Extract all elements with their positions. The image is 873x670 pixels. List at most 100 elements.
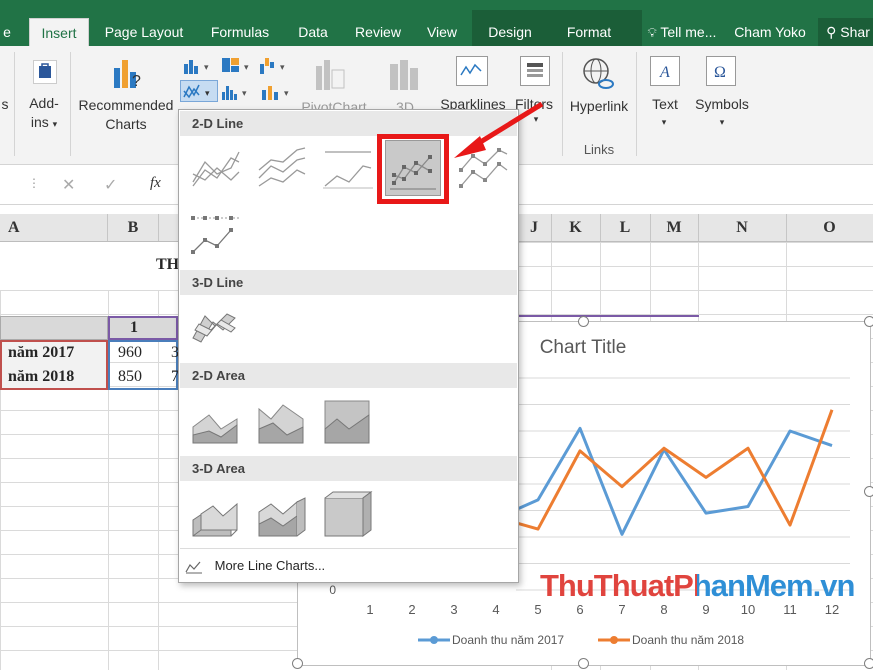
recommended-charts-button[interactable]: Recommended Charts xyxy=(76,96,176,134)
column-header-n[interactable]: N xyxy=(698,214,787,241)
x-axis-tick-label: 3 xyxy=(450,602,457,617)
tab-format[interactable]: Format xyxy=(556,18,622,46)
series-line-1 xyxy=(495,426,833,536)
svg-text:Ω: Ω xyxy=(714,64,726,81)
column-header-j[interactable]: J xyxy=(517,214,552,241)
column-header-a[interactable]: A xyxy=(0,214,108,241)
chart-resize-handle-top-right[interactable] xyxy=(864,316,873,327)
3d-map-icon[interactable] xyxy=(386,56,422,94)
addins-button[interactable]: Add- ins ▾ xyxy=(22,94,66,134)
section-3d-line: 3-D Line xyxy=(180,270,517,295)
area-tile[interactable] xyxy=(187,393,243,449)
row1-value-cell[interactable]: 960 xyxy=(118,344,142,362)
formula-enter-button[interactable]: ✓ xyxy=(104,175,117,195)
symbols-dropdown-arrow[interactable]: ▾ xyxy=(712,113,732,132)
more-line-charts-item[interactable]: More Line Charts... xyxy=(185,554,425,578)
legend-marker-1 xyxy=(430,636,438,644)
tab-design[interactable]: Design xyxy=(478,18,542,46)
row1-label-cell[interactable]: năm 2017 xyxy=(8,344,74,362)
hierarchy-chart-icon[interactable]: ▾ xyxy=(220,56,260,76)
arrow-shaft xyxy=(472,101,544,149)
x-axis-tick-label: 2 xyxy=(408,602,415,617)
column-header-k[interactable]: K xyxy=(551,214,601,241)
symbols-button[interactable]: Symbols xyxy=(692,95,752,114)
chart-resize-handle-bottom-left[interactable] xyxy=(292,658,303,669)
legend-label-1: Doanh thu năm 2017 xyxy=(452,633,564,647)
x-axis-tick-label: 11 xyxy=(783,602,797,617)
header-range-border xyxy=(517,315,699,317)
line-tile[interactable] xyxy=(187,140,243,196)
text-button[interactable]: Text xyxy=(646,95,684,114)
x-axis-tick-label: 6 xyxy=(576,602,583,617)
svg-text:▾: ▾ xyxy=(284,88,289,98)
ribbon-cut-label: s xyxy=(1,96,9,112)
formula-cancel-button[interactable]: ✕ xyxy=(62,175,75,195)
recommended-charts-icon[interactable]: ? xyxy=(110,56,146,92)
svg-text:▾: ▾ xyxy=(280,62,285,72)
svg-text:▾: ▾ xyxy=(204,62,209,72)
3d-stacked-area-tile[interactable] xyxy=(253,486,309,542)
small-line-chart-icon xyxy=(185,561,202,574)
addins-label-1: Add- xyxy=(29,95,59,111)
tab-view[interactable]: View xyxy=(420,18,464,46)
svg-text:A: A xyxy=(659,64,670,81)
column-header-b[interactable]: B xyxy=(108,214,159,241)
hyperlink-button[interactable]: Hyperlink xyxy=(564,97,634,116)
line-chart-icon[interactable]: ▾ xyxy=(180,80,218,102)
100-stacked-line-tile[interactable] xyxy=(319,140,375,196)
watermark: ThuThuatPhanMem.vn xyxy=(540,568,855,603)
tab-formulas[interactable]: Formulas xyxy=(202,18,278,46)
tab-view-prev[interactable]: e xyxy=(0,18,14,46)
globe-link-icon[interactable] xyxy=(580,56,616,92)
tab-data[interactable]: Data xyxy=(290,18,336,46)
column-header-o[interactable]: O xyxy=(786,214,873,241)
chart-resize-handle-bottom[interactable] xyxy=(578,658,589,669)
header-range-cell[interactable] xyxy=(108,316,178,340)
share-label: Shar xyxy=(840,24,870,40)
recommended-label-2: Charts xyxy=(105,116,147,132)
sheet-title-cell[interactable]: TH xyxy=(156,256,179,274)
arrow-head xyxy=(454,136,486,158)
insert-function-button[interactable]: fx xyxy=(150,175,161,192)
3d-line-tile[interactable] xyxy=(187,300,243,356)
chart-resize-handle-right[interactable] xyxy=(864,486,873,497)
omega-symbol-icon[interactable]: Ω xyxy=(706,56,736,86)
column-header-m[interactable]: M xyxy=(650,214,699,241)
tab-page-layout[interactable]: Page Layout xyxy=(96,18,192,46)
tab-insert[interactable]: Insert xyxy=(29,18,89,47)
chart-title: Chart Title xyxy=(540,337,627,358)
header-label-cell[interactable] xyxy=(0,316,108,340)
stacked-area-tile[interactable] xyxy=(253,393,309,449)
column-chart-icon[interactable]: ▾ xyxy=(182,56,222,76)
chart-resize-handle-bottom-right[interactable] xyxy=(864,658,873,669)
statistic-chart-icon[interactable]: ▾ xyxy=(220,82,260,102)
waterfall-chart-icon[interactable]: ▾ xyxy=(258,56,298,76)
chart-resize-handle-top[interactable] xyxy=(578,316,589,327)
share-button[interactable]: ⚲ Shar xyxy=(818,18,873,46)
pivotchart-icon[interactable] xyxy=(314,56,348,94)
sparkline-icon[interactable] xyxy=(456,56,488,86)
filter-icon[interactable] xyxy=(520,56,550,86)
store-icon[interactable] xyxy=(33,60,57,84)
row2-value-cell[interactable]: 850 xyxy=(118,368,142,386)
3d-area-tile[interactable] xyxy=(187,486,243,542)
stacked-line-tile[interactable] xyxy=(253,140,309,196)
3d-100-stacked-area-tile[interactable] xyxy=(319,486,375,542)
row2-label-cell[interactable]: năm 2018 xyxy=(8,368,74,386)
100-stacked-area-tile[interactable] xyxy=(319,393,375,449)
x-axis-tick-label: 12 xyxy=(825,602,839,617)
section-2d-area: 2-D Area xyxy=(180,363,517,388)
text-dropdown-arrow[interactable]: ▾ xyxy=(654,113,674,132)
gallery-divider xyxy=(180,548,517,549)
lightbulb-icon: 💡︎ xyxy=(647,25,657,40)
text-box-icon[interactable]: A xyxy=(650,56,680,86)
100-stacked-line-markers-tile[interactable] xyxy=(187,206,243,262)
y-axis-tick-label: 0 xyxy=(329,583,336,597)
user-name[interactable]: Cham Yoko xyxy=(730,18,810,46)
header-col1-cell[interactable]: 1 xyxy=(130,319,138,337)
tab-review[interactable]: Review xyxy=(348,18,408,46)
combo-chart-icon[interactable]: ▾ xyxy=(260,82,300,102)
tell-me-box[interactable]: 💡︎ Tell me... xyxy=(638,18,726,46)
tell-me-label: Tell me... xyxy=(660,24,717,40)
column-header-l[interactable]: L xyxy=(600,214,651,241)
